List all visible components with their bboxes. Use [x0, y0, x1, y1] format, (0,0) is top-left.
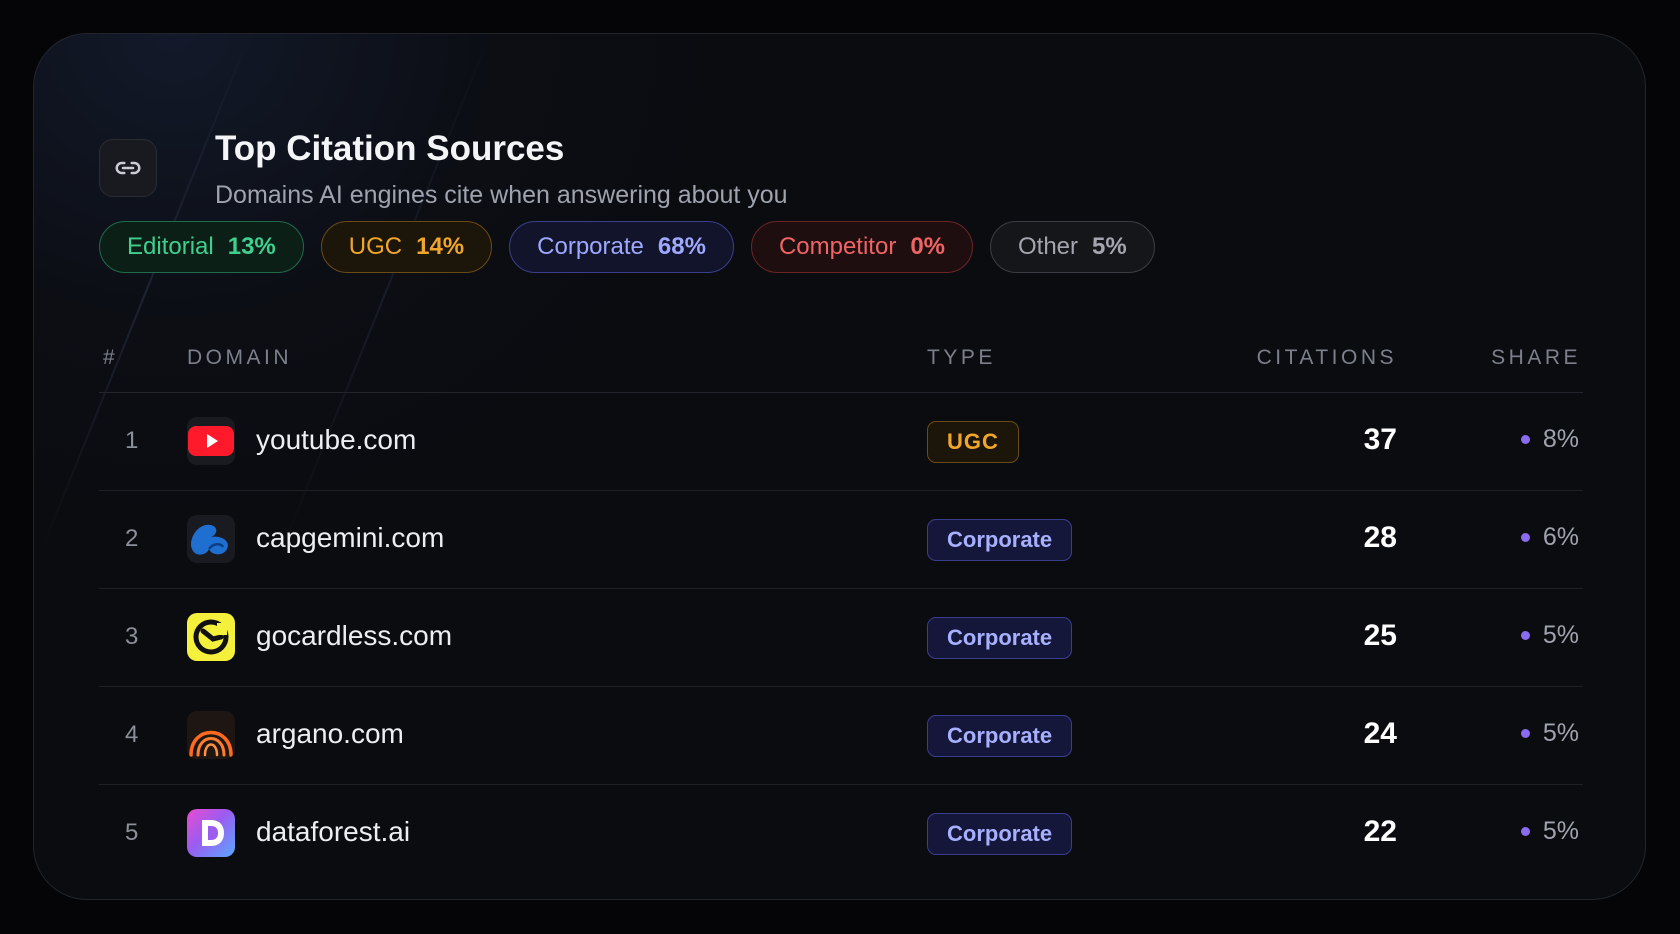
row-domain[interactable]: dataforest.ai	[256, 816, 410, 848]
table-row[interactable]: 3 gocardless.com Corporate 25 5%	[99, 589, 1583, 687]
row-share-value: 5%	[1542, 817, 1579, 845]
pill-other[interactable]: Other 5%	[990, 221, 1155, 273]
column-header-type[interactable]: TYPE	[927, 346, 996, 370]
pill-value: 14%	[416, 233, 465, 260]
page-title: Top Citation Sources	[215, 129, 565, 168]
row-share: 5%	[1520, 719, 1579, 748]
youtube-icon	[187, 417, 235, 465]
type-summary-pills: Editorial 13% UGC 14% Corporate 68% Comp…	[99, 221, 1155, 273]
dataforest-icon	[187, 809, 235, 857]
type-badge: Corporate	[927, 519, 1073, 561]
row-citations: 24	[1363, 717, 1397, 750]
citation-table: # DOMAIN TYPE CITATIONS SHARE 1 youtube.…	[99, 324, 1583, 882]
table-row[interactable]: 4 argano.com Corporate 24 5%	[99, 687, 1583, 785]
page-subtitle: Domains AI engines cite when answering a…	[215, 181, 788, 209]
row-share: 5%	[1520, 621, 1579, 650]
type-badge: Corporate	[927, 617, 1073, 659]
pill-label: Other	[1018, 233, 1079, 260]
type-badge: Corporate	[927, 813, 1073, 855]
share-dot-icon	[1520, 827, 1530, 836]
row-citations: 28	[1363, 521, 1397, 554]
column-header-rank[interactable]: #	[103, 346, 118, 370]
row-citations: 37	[1363, 423, 1397, 456]
pill-ugc[interactable]: UGC 14%	[320, 221, 493, 273]
type-badge: Corporate	[927, 715, 1073, 757]
pill-corporate[interactable]: Corporate 68%	[509, 221, 734, 273]
table-header: # DOMAIN TYPE CITATIONS SHARE	[99, 324, 1583, 393]
row-domain[interactable]: argano.com	[256, 718, 404, 750]
row-citations: 22	[1363, 815, 1397, 848]
row-rank: 2	[125, 525, 139, 552]
row-share: 6%	[1520, 523, 1579, 552]
pill-editorial[interactable]: Editorial 13%	[99, 221, 304, 273]
row-share-value: 8%	[1542, 425, 1579, 453]
pill-value: 0%	[910, 233, 945, 260]
row-share: 5%	[1520, 817, 1579, 846]
row-rank: 1	[125, 427, 139, 454]
pill-label: Competitor	[778, 233, 897, 260]
row-rank: 4	[125, 721, 139, 748]
pill-label: UGC	[348, 233, 403, 260]
share-dot-icon	[1520, 435, 1530, 444]
pill-value: 5%	[1092, 233, 1127, 260]
pill-value: 13%	[227, 233, 276, 260]
column-header-domain[interactable]: DOMAIN	[187, 346, 292, 370]
row-citations: 25	[1363, 619, 1397, 652]
share-dot-icon	[1520, 533, 1530, 542]
column-header-share[interactable]: SHARE	[1491, 346, 1581, 370]
table-row[interactable]: 1 youtube.com UGC 37 8%	[99, 393, 1583, 491]
row-rank: 5	[125, 819, 139, 846]
row-rank: 3	[125, 623, 139, 650]
row-domain[interactable]: youtube.com	[256, 424, 416, 456]
share-dot-icon	[1520, 729, 1530, 738]
table-row[interactable]: 2 capgemini.com Corporate 28 6%	[99, 491, 1583, 589]
pill-label: Corporate	[537, 233, 644, 260]
row-domain[interactable]: capgemini.com	[256, 522, 444, 554]
row-share-value: 6%	[1542, 523, 1579, 551]
citation-sources-card: Top Citation Sources Domains AI engines …	[33, 33, 1646, 900]
type-badge: UGC	[927, 421, 1019, 463]
row-share-value: 5%	[1542, 719, 1579, 747]
pill-label: Editorial	[127, 233, 214, 260]
capgemini-icon	[187, 515, 235, 563]
row-share: 8%	[1520, 425, 1579, 454]
column-header-citations[interactable]: CITATIONS	[1257, 346, 1397, 370]
pill-competitor[interactable]: Competitor 0%	[750, 221, 973, 273]
link-icon	[99, 139, 157, 197]
gocardless-icon	[187, 613, 235, 661]
argano-icon	[187, 711, 235, 759]
share-dot-icon	[1520, 631, 1530, 640]
pill-value: 68%	[657, 233, 706, 260]
table-row[interactable]: 5 dataforest.ai Corporate 22 5%	[99, 785, 1583, 882]
row-share-value: 5%	[1542, 621, 1579, 649]
row-domain[interactable]: gocardless.com	[256, 620, 452, 652]
